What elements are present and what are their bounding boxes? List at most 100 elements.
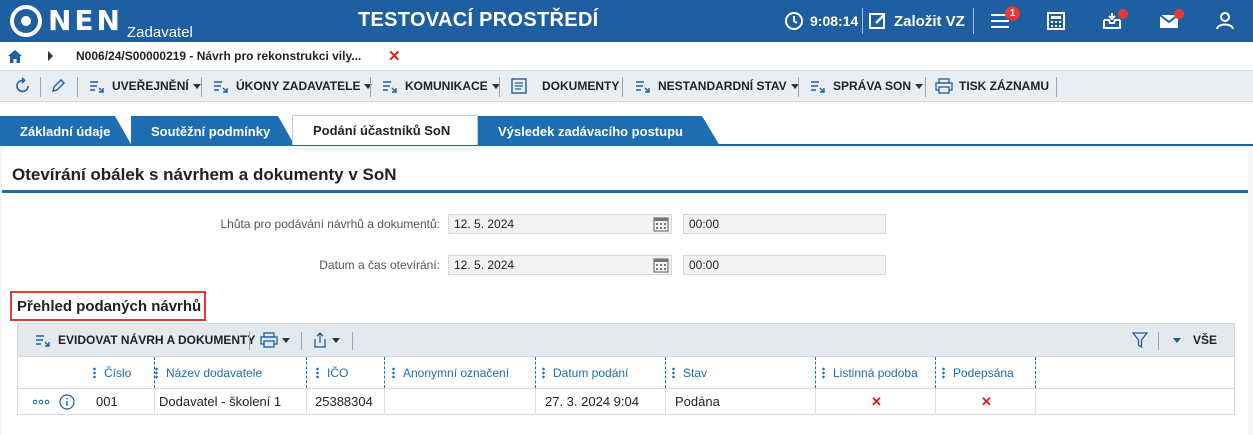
column-label: IČO (327, 365, 349, 380)
home-icon[interactable] (8, 50, 22, 66)
cell-supplier: Dodavatel - školení 1 (159, 394, 282, 409)
top-header: NEN Zadavatel TESTOVACÍ PROSTŘEDÍ 9:08:1… (0, 0, 1253, 42)
row-divider (384, 389, 385, 414)
row-divider (535, 389, 536, 414)
register-submission-button[interactable]: EVIDOVAT NÁVRH A DOKUMENTY (34, 324, 255, 356)
row-divider (815, 389, 816, 414)
toolbar-divider (352, 332, 353, 350)
calendar-icon[interactable] (653, 257, 669, 273)
column-menu-icon[interactable] (155, 366, 158, 379)
register-submission-label: EVIDOVAT NÁVRH A DOKUMENTY (58, 333, 256, 347)
document-icon (510, 77, 528, 95)
close-icon[interactable]: ✕ (388, 47, 401, 65)
column-divider[interactable] (815, 357, 816, 388)
opening-date-value: 12. 5. 2024 (454, 258, 515, 272)
deadline-label: Lhůta pro podávání návrhů a dokumentů: (220, 217, 441, 231)
nonstandard-state-menu[interactable]: NESTANDARDNÍ STAV (634, 71, 799, 101)
opening-date-field[interactable]: 12. 5. 2024 (448, 255, 672, 275)
column-label: Anonymní označení (403, 365, 510, 380)
column-menu-icon[interactable] (316, 366, 319, 379)
actions-menu[interactable]: ÚKONY ZADAVATELE (212, 71, 373, 101)
inbox-alert-dot (1118, 9, 1128, 19)
export-dropdown[interactable] (312, 324, 340, 356)
column-divider[interactable] (665, 357, 666, 388)
toolbar-divider (499, 77, 500, 97)
column-divider[interactable] (1035, 357, 1036, 388)
column-header-state[interactable]: Stav (672, 357, 707, 388)
cell-state: Podána (675, 394, 720, 409)
tab-procedure-result[interactable]: Výsledek zadávacího postupu (478, 116, 720, 146)
column-header-ico[interactable]: IČO (316, 357, 348, 388)
column-divider[interactable] (306, 357, 307, 388)
chevron-down-icon (332, 337, 340, 343)
toolbar-divider (370, 77, 371, 97)
column-header-paper[interactable]: Listinná podoba (822, 357, 918, 388)
publication-menu[interactable]: UVEŘEJNĚNÍ (88, 71, 201, 101)
column-header-signed[interactable]: Podepsána (942, 357, 1014, 388)
row-more-icon[interactable] (32, 389, 50, 414)
column-label: Stav (683, 365, 708, 380)
panel-title-underline (2, 190, 1248, 193)
panel-title: Otevírání obálek s návrhem a dokumenty v… (12, 165, 397, 184)
mail-alert-dot (1174, 9, 1184, 19)
column-header-number[interactable]: Číslo (93, 357, 131, 388)
breadcrumb-item[interactable]: N006/24/S00000219 - Návrh pro rekonstruk… (76, 49, 361, 63)
action-icon (34, 331, 52, 349)
toolbar-divider (249, 332, 250, 350)
filter-button[interactable] (1132, 324, 1148, 356)
print-dropdown[interactable] (260, 324, 290, 356)
deadline-time-field[interactable]: 00:00 (683, 214, 886, 234)
row-divider (665, 389, 666, 414)
table-row[interactable]: 001 Dodavatel - školení 1 25388304 27. 3… (17, 389, 1235, 415)
row-divider (154, 389, 155, 414)
column-label: Listinná podoba (833, 365, 918, 380)
header-divider (973, 8, 974, 34)
tab-competition-conditions[interactable]: Soutěžní podmínky (131, 116, 295, 146)
son-management-menu[interactable]: SPRÁVA SON (809, 71, 924, 101)
calculator-icon[interactable] (1045, 10, 1067, 32)
toolbar-divider (201, 77, 202, 97)
calendar-icon[interactable] (653, 216, 669, 232)
print-record-button[interactable]: TISK ZÁZNAMU (935, 71, 1049, 101)
documents-button[interactable]: DOKUMENTY (510, 71, 619, 101)
deadline-date-field[interactable]: 12. 5. 2024 (448, 214, 672, 234)
column-menu-icon[interactable] (942, 366, 945, 379)
column-label: Datum podání (553, 365, 629, 380)
clock-icon (784, 11, 804, 31)
view-all-dropdown[interactable]: VŠE (1173, 324, 1217, 356)
column-header-date[interactable]: Datum podání (542, 357, 628, 388)
deadline-date-value: 12. 5. 2024 (454, 217, 515, 231)
tab-basic-info[interactable]: Základní údaje (0, 116, 132, 146)
nonstandard-state-label: NESTANDARDNÍ STAV (658, 79, 787, 93)
nen-logo[interactable]: NEN Zadavatel (10, 5, 193, 41)
column-menu-icon[interactable] (822, 366, 825, 379)
breadcrumb: N006/24/S00000219 - Návrh pro rekonstruk… (0, 42, 1253, 70)
column-divider[interactable] (535, 357, 536, 388)
column-menu-icon[interactable] (93, 366, 96, 379)
publication-label: UVEŘEJNĚNÍ (112, 79, 189, 93)
communication-menu[interactable]: KOMUNIKACE (381, 71, 500, 101)
pencil-icon (50, 78, 66, 94)
column-divider[interactable] (154, 357, 155, 388)
printer-icon (935, 77, 953, 95)
cell-signed-cross-icon: ✕ (981, 393, 992, 409)
opening-time-field[interactable]: 00:00 (683, 255, 886, 275)
edit-button[interactable] (50, 71, 66, 101)
column-divider[interactable] (935, 357, 936, 388)
column-divider[interactable] (384, 357, 385, 388)
header-divider (862, 8, 863, 34)
column-menu-icon[interactable] (392, 366, 395, 379)
refresh-button[interactable] (14, 71, 32, 101)
action-icon (88, 77, 106, 95)
column-menu-icon[interactable] (542, 366, 545, 379)
column-header-supplier[interactable]: Název dodavatele (155, 357, 262, 388)
user-icon[interactable] (1214, 10, 1236, 32)
tab-submissions[interactable]: Podání účastníků SoN (292, 115, 478, 145)
column-menu-icon[interactable] (672, 366, 675, 379)
export-icon (312, 332, 328, 348)
toolbar-divider (1158, 332, 1159, 350)
info-icon[interactable] (59, 389, 75, 414)
row-divider (306, 389, 307, 414)
create-vz-button[interactable]: Založit VZ (868, 0, 965, 42)
column-header-anonymous[interactable]: Anonymní označení (392, 357, 509, 388)
